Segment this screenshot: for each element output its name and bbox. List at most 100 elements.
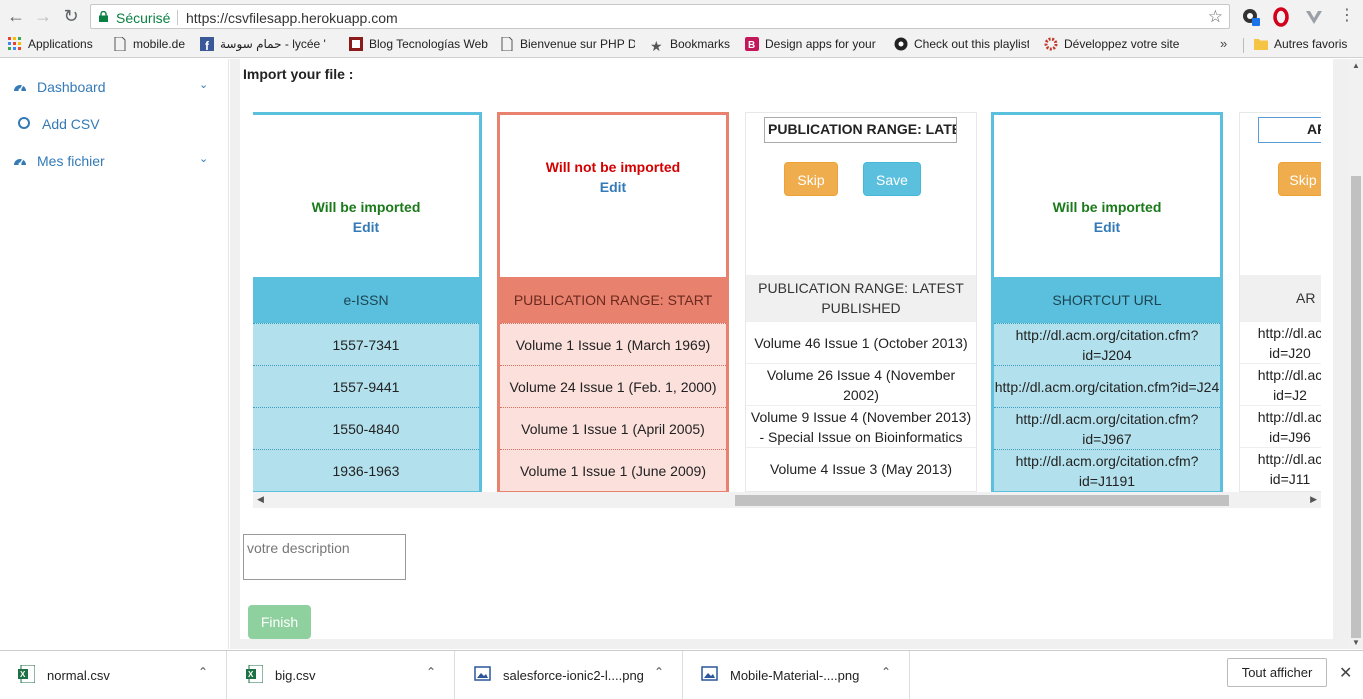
blog-icon [349, 37, 363, 51]
opera-icon[interactable] [1270, 6, 1292, 28]
column-header: PUBLICATION RANGE: LATEST PUBLISHED [746, 275, 976, 321]
column-partial: AR Skip AR http://dl.ac id=J20 http://dl… [1239, 112, 1321, 492]
table-cell: 1550-4840 [253, 407, 479, 449]
skip-button[interactable]: Skip [1278, 162, 1321, 196]
bookmark-lycee[interactable]: f حمام سوسة - lycée ' [200, 37, 340, 54]
bookmark-design-apps[interactable]: B Design apps for your [745, 37, 880, 54]
url-text[interactable]: https://csvfilesapp.herokuapp.com [186, 10, 398, 26]
table-cell: http://dl.acm.org/citation.cfm?id=J204 [994, 323, 1220, 365]
table-cell: Volume 1 Issue 1 (June 2009) [500, 449, 726, 491]
page-icon [114, 37, 126, 51]
bookmark-label: Check out this playlist [914, 37, 1029, 51]
back-icon[interactable]: ← [5, 5, 27, 27]
sidebar-item-add-csv[interactable]: Add CSV [0, 109, 229, 139]
download-filename: Mobile-Material-....png [730, 668, 860, 683]
svg-text:X: X [20, 670, 26, 679]
download-item[interactable]: salesforce-ionic2-l....png ⌃ [456, 651, 683, 699]
image-icon [474, 666, 491, 681]
download-filename: normal.csv [47, 668, 110, 683]
bookmark-label: Design apps for your [765, 37, 876, 51]
chevron-up-icon[interactable]: ⌃ [426, 665, 436, 679]
download-item[interactable]: Mobile-Material-....png ⌃ [683, 651, 910, 699]
bookmark-blog-tecnologias[interactable]: Blog Tecnologías Web [349, 37, 489, 54]
chevron-up-icon[interactable]: ⌃ [654, 665, 664, 679]
horizontal-scrollbar[interactable]: ◀ ▶ [253, 492, 1321, 508]
table-cell: http://dl.acm.org/citation.cfm?id=J967 [994, 407, 1220, 449]
chevron-up-icon[interactable]: ⌃ [198, 665, 208, 679]
close-icon[interactable]: ✕ [1339, 663, 1352, 683]
scroll-right-icon[interactable]: ▶ [1310, 494, 1317, 505]
bookmark-playlist[interactable]: Check out this playlist [894, 37, 1029, 54]
reload-icon[interactable]: ↻ [60, 5, 82, 27]
save-button[interactable]: Save [863, 162, 921, 196]
sidebar-item-mes-fichier[interactable]: Mes fichier ⌄ [0, 146, 229, 176]
bookmark-star-icon[interactable]: ☆ [1208, 7, 1223, 27]
table-cell: http://dl.acm.org/citation.cfm?id=J1191 [994, 449, 1220, 491]
column-name-input[interactable]: PUBLICATION RANGE: LATE [764, 117, 957, 143]
browser-toolbar: ← → ↻ Sécurisé https://csvfilesapp.herok… [0, 0, 1363, 33]
bookmark-label: Développez votre site [1064, 37, 1180, 51]
skip-button[interactable]: Skip [784, 162, 838, 196]
status-will-be-imported: Will be imported [311, 199, 421, 215]
scroll-up-icon[interactable]: ▲ [1352, 61, 1360, 70]
menu-icon[interactable]: ⋮ [1336, 5, 1358, 27]
column-header: SHORTCUT URL [994, 277, 1220, 323]
vertical-scrollbar[interactable]: ▲ ▼ [1349, 59, 1363, 649]
table-cell: http://dl.ac id=J20 [1240, 321, 1321, 363]
table-cell: Volume 46 Issue 1 (October 2013) [746, 321, 976, 363]
bookmark-developpez[interactable]: Développez votre site [1044, 37, 1184, 54]
bookmark-label: mobile.de [133, 37, 186, 51]
extension-icon[interactable] [1240, 6, 1262, 28]
page-icon [501, 37, 513, 51]
bookmark-label: Autres favoris [1274, 37, 1348, 51]
sidebar-item-label: Add CSV [42, 116, 100, 132]
scroll-down-icon[interactable]: ▼ [1352, 638, 1360, 647]
show-all-button[interactable]: Tout afficher [1227, 658, 1327, 687]
omnibox-divider [177, 10, 178, 25]
download-item[interactable]: X normal.csv ⌃ [0, 651, 227, 699]
sidebar: Dashboard ⌄ Add CSV Mes fichier ⌄ [0, 59, 229, 649]
forward-icon[interactable]: → [32, 5, 54, 27]
vpn-icon[interactable] [1303, 6, 1325, 28]
status-will-be-imported: Will be imported [1052, 199, 1162, 215]
edit-link[interactable]: Edit [253, 219, 479, 235]
finish-button[interactable]: Finish [248, 605, 311, 639]
excel-icon: X [246, 665, 263, 683]
bookmark-label: Blog Tecnologías Web [369, 37, 488, 51]
bookmarks-divider [1243, 38, 1244, 53]
star-icon: ★ [650, 38, 663, 54]
bookmark-other-favorites[interactable]: Autres favoris [1254, 37, 1359, 54]
edit-link[interactable]: Edit [500, 179, 726, 195]
bookmark-mobile-de[interactable]: mobile.de [113, 37, 193, 54]
description-textarea[interactable]: votre description [243, 534, 406, 580]
download-bar: X normal.csv ⌃ X big.csv ⌃ salesforce-io… [0, 650, 1363, 699]
table-cell: Volume 1 Issue 1 (March 1969) [500, 323, 726, 365]
bookmark-applications[interactable]: Applications [8, 37, 103, 54]
table-cell: 1557-7341 [253, 323, 479, 365]
sidebar-item-dashboard[interactable]: Dashboard ⌄ [0, 72, 229, 102]
table-cell: http://dl.ac id=J2 [1240, 363, 1321, 405]
chevron-up-icon[interactable]: ⌃ [881, 665, 891, 679]
column-publication-range-start: Will not be imported Edit PUBLICATION RA… [497, 112, 729, 492]
table-cell: Volume 24 Issue 1 (Feb. 1, 2000) [500, 365, 726, 407]
bookmark-php-debutant[interactable]: Bienvenue sur PHP Débutant [500, 37, 635, 54]
lock-icon [99, 11, 108, 22]
table-cell: 1936-1963 [253, 449, 479, 491]
bookmark-label: Applications [28, 37, 93, 51]
circle-icon [18, 117, 30, 129]
edit-link[interactable]: Edit [994, 219, 1220, 235]
bookmarks-bar: Applications mobile.de f حمام سوسة - lycé… [0, 33, 1363, 58]
column-header: AR [1240, 275, 1321, 321]
column-edit-area: PUBLICATION RANGE: LATE Skip Save [746, 113, 976, 275]
scrollbar-thumb[interactable] [1351, 176, 1361, 638]
columns-grid: Will be imported Edit e-ISSN 1557-7341 1… [253, 112, 1321, 492]
table-cell: Volume 9 Issue 4 (November 2013) - Speci… [746, 405, 976, 447]
address-bar[interactable]: Sécurisé https://csvfilesapp.herokuapp.c… [90, 4, 1230, 29]
download-item[interactable]: X big.csv ⌃ [228, 651, 455, 699]
column-name-input[interactable]: AR [1258, 117, 1321, 143]
sidebar-item-label: Dashboard [37, 79, 106, 95]
scrollbar-thumb[interactable] [735, 495, 1229, 506]
bookmark-bookmarks[interactable]: ★ Bookmarks [650, 37, 735, 54]
more-bookmarks-chevron-icon[interactable]: » [1220, 36, 1227, 51]
scroll-left-icon[interactable]: ◀ [257, 494, 264, 505]
